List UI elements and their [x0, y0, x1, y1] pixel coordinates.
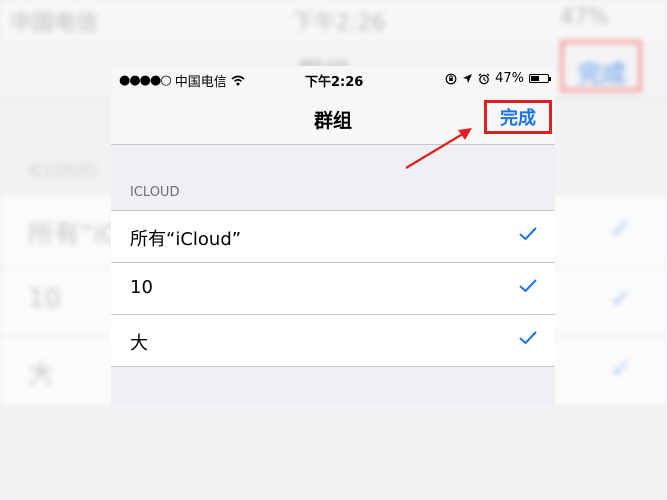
- checkmark-icon: [519, 331, 537, 344]
- bg-section-header: ICLOUD: [28, 160, 97, 181]
- phone-screen: ●●●●○ 中国电信 下午2:26 47% 群组 完成 ICLOUD 所有“iC…: [111, 66, 555, 406]
- bg-checkmark-icon: ✓: [610, 284, 632, 314]
- bg-status-bar: 中国电信 下午2:26 47%: [0, 0, 667, 42]
- battery-percent: 47%: [495, 71, 524, 86]
- bg-row-label: 10: [28, 284, 62, 314]
- bg-carrier: 中国电信: [10, 11, 99, 36]
- status-bar: ●●●●○ 中国电信 下午2:26 47%: [111, 66, 555, 94]
- signal-indicator: ●●●●○: [119, 73, 172, 88]
- list-item-label: 所有“iCloud”: [130, 229, 242, 250]
- bg-done-label: 完成: [578, 60, 626, 88]
- bg-checkmark-icon: ✓: [610, 354, 632, 384]
- list-item[interactable]: 大: [111, 315, 555, 366]
- battery-fill: [531, 76, 539, 81]
- section-header-icloud: ICLOUD: [130, 185, 180, 200]
- group-list: 所有“iCloud” 10 大: [111, 210, 555, 367]
- list-item[interactable]: 10: [111, 263, 555, 315]
- bg-time: 下午2:26: [292, 11, 386, 36]
- bg-checkmark-icon: ✓: [610, 214, 632, 244]
- list-item-label: 大: [130, 333, 148, 354]
- wifi-icon: [231, 75, 245, 86]
- status-time: 下午2:26: [305, 75, 364, 90]
- status-right: 47%: [445, 71, 551, 86]
- status-left: ●●●●○ 中国电信: [119, 71, 245, 90]
- carrier-name: 中国电信: [174, 75, 227, 90]
- list-item-label: 10: [130, 277, 153, 298]
- checkmark-icon: [519, 279, 537, 292]
- bg-done-highlight: 完成: [560, 40, 642, 92]
- done-button[interactable]: 完成: [484, 100, 552, 134]
- list-item[interactable]: 所有“iCloud”: [111, 211, 555, 263]
- lock-rotation-icon: [445, 73, 457, 84]
- alarm-icon: [478, 73, 490, 84]
- nav-bar: 群组 完成: [111, 94, 555, 145]
- checkmark-icon: [519, 227, 537, 240]
- annotation-arrow: [405, 128, 472, 169]
- location-icon: [463, 74, 473, 83]
- bg-battery: 47%: [560, 5, 609, 30]
- bg-row-label: 大: [28, 360, 55, 390]
- battery-icon: [529, 74, 551, 83]
